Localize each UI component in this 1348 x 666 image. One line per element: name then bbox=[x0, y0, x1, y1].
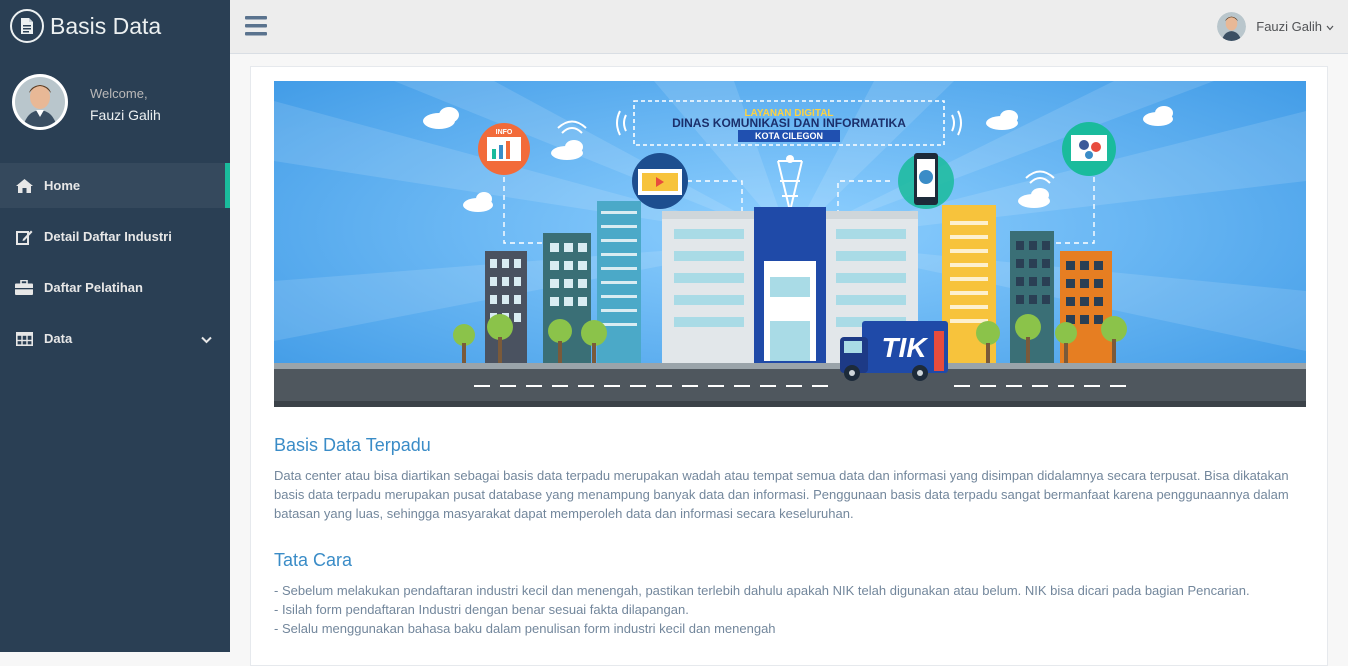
sidebar-menu: Home Detail Daftar Industri Daftar Pelat… bbox=[0, 163, 230, 367]
list-item: - Sebelum melakukan pendaftaran industri… bbox=[274, 583, 1250, 598]
edit-icon bbox=[15, 229, 33, 245]
file-text-icon bbox=[10, 9, 44, 43]
brand[interactable]: Basis Data bbox=[0, 0, 230, 52]
user-menu-name: Fauzi Galih bbox=[1256, 19, 1322, 34]
home-icon bbox=[15, 178, 33, 194]
sidebar-item-home[interactable]: Home bbox=[0, 163, 230, 208]
sidebar-item-label: Data bbox=[44, 331, 73, 346]
banner-line-2: DINAS KOMUNIKASI DAN INFORMATIKA bbox=[672, 116, 906, 130]
profile-block: Welcome, Fauzi Galih bbox=[12, 74, 161, 130]
top-navbar: Fauzi Galih bbox=[230, 0, 1348, 54]
section-title-basis-data: Basis Data Terpadu bbox=[274, 435, 431, 455]
menu-toggle-button[interactable] bbox=[245, 15, 267, 37]
welcome-text: Welcome, bbox=[90, 85, 148, 101]
user-menu-dropdown[interactable]: Fauzi Galih bbox=[1217, 12, 1334, 41]
brand-title: Basis Data bbox=[50, 12, 162, 39]
avatar bbox=[12, 74, 68, 130]
profile-name: Fauzi Galih bbox=[90, 106, 161, 123]
avatar bbox=[1217, 12, 1247, 41]
chevron-down-icon bbox=[201, 332, 212, 347]
content-panel: LAYANAN DIGITAL DINAS KOMUNIKASI DAN INF… bbox=[250, 66, 1328, 666]
sidebar: Basis Data Welcome, Fauzi Galih Home Det… bbox=[0, 0, 230, 652]
tata-cara-list: - Sebelum melakukan pendaftaran industri… bbox=[274, 581, 1309, 638]
section-title-tata-cara: Tata Cara bbox=[274, 550, 353, 570]
sidebar-item-label: Detail Daftar Industri bbox=[44, 229, 172, 244]
truck-label: TIK bbox=[881, 332, 928, 363]
sidebar-item-label: Daftar Pelatihan bbox=[44, 280, 143, 295]
sidebar-item-label: Home bbox=[44, 178, 81, 193]
sidebar-item-daftar-pelatihan[interactable]: Daftar Pelatihan bbox=[0, 265, 230, 310]
briefcase-icon bbox=[15, 280, 33, 296]
sidebar-item-detail-daftar-industri[interactable]: Detail Daftar Industri bbox=[0, 214, 230, 259]
hamburger-icon bbox=[245, 16, 267, 36]
sidebar-item-data[interactable]: Data bbox=[0, 316, 230, 361]
chevron-down-icon bbox=[1326, 19, 1334, 34]
list-item: - Selalu menggunakan bahasa baku dalam p… bbox=[274, 621, 776, 636]
list-item: - Isilah form pendaftaran Industri denga… bbox=[274, 602, 689, 617]
banner-image: LAYANAN DIGITAL DINAS KOMUNIKASI DAN INF… bbox=[274, 81, 1306, 407]
section-text-basis-data: Data center atau bisa diartikan sebagai … bbox=[274, 468, 1289, 521]
banner-line-3: KOTA CILEGON bbox=[755, 131, 823, 141]
table-icon bbox=[15, 331, 33, 347]
banner-chart-sign: INFO bbox=[496, 129, 513, 136]
